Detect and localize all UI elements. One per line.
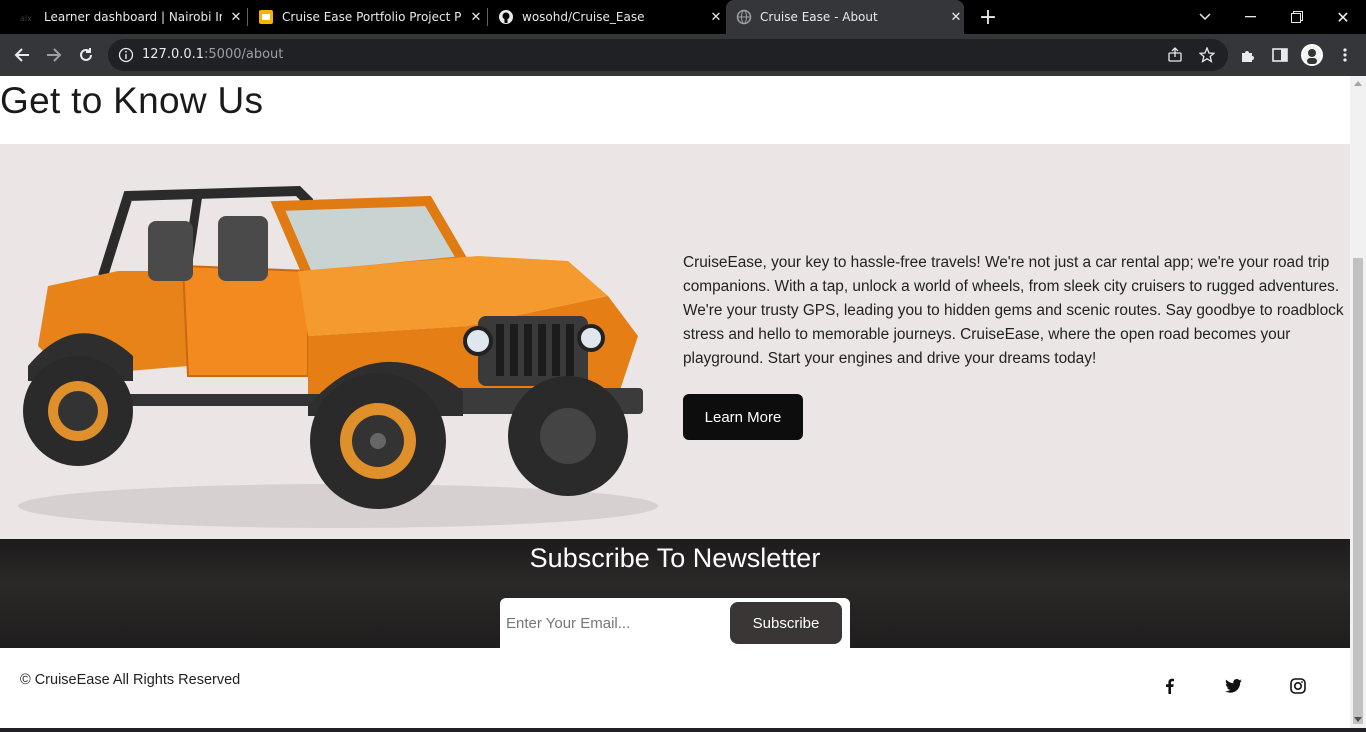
- about-section: CruiseEase, your key to hassle-free trav…: [0, 144, 1350, 539]
- close-icon[interactable]: ✕: [468, 9, 484, 25]
- scroll-up-arrow[interactable]: [1354, 81, 1362, 86]
- page-viewport: Get to Know Us CruiseEase, your key to h…: [0, 76, 1350, 728]
- tab-portfolio-presentation[interactable]: Cruise Ease Portfolio Project Pre ✕: [250, 0, 484, 34]
- twitter-icon[interactable]: [1223, 676, 1243, 696]
- address-bar[interactable]: 127.0.0.1:5000/about: [108, 39, 1228, 71]
- about-description: CruiseEase, your key to hassle-free trav…: [683, 254, 1344, 367]
- tab-title: wosohd/Cruise_Ease: [522, 10, 645, 24]
- svg-text:alx: alx: [20, 14, 32, 23]
- subscribe-button[interactable]: Subscribe: [730, 602, 842, 644]
- tab-cruise-ease-about[interactable]: Cruise Ease - About ✕: [726, 0, 964, 34]
- close-window-button[interactable]: ✕: [1320, 0, 1366, 34]
- page-title: Get to Know Us: [0, 80, 264, 121]
- newsletter-title: Subscribe To Newsletter: [529, 543, 821, 573]
- scrollbar-thumb[interactable]: [1353, 258, 1363, 724]
- share-icon[interactable]: [1166, 46, 1184, 64]
- page-scrollbar[interactable]: [1350, 76, 1366, 728]
- new-tab-button[interactable]: +: [976, 5, 1000, 30]
- reload-button[interactable]: [71, 40, 101, 70]
- instagram-icon[interactable]: [1288, 676, 1308, 696]
- side-panel-icon[interactable]: [1270, 45, 1290, 65]
- scroll-down-arrow[interactable]: [1354, 717, 1362, 722]
- tab-separator: [247, 8, 248, 26]
- footer: © CruiseEase All Rights Reserved: [0, 648, 1350, 728]
- forward-button[interactable]: [39, 40, 69, 70]
- back-button[interactable]: [7, 40, 37, 70]
- facebook-icon[interactable]: [1159, 676, 1179, 696]
- tab-title: Cruise Ease - About: [760, 10, 878, 24]
- os-taskbar-edge: [0, 728, 1366, 732]
- tab-strip: alx Learner dashboard | Nairobi Intr ✕ C…: [0, 0, 1366, 34]
- profile-avatar[interactable]: [1301, 44, 1323, 66]
- site-info-icon[interactable]: [118, 47, 134, 63]
- close-icon[interactable]: ✕: [948, 9, 964, 25]
- menu-kebab-icon[interactable]: [1335, 45, 1355, 65]
- email-input[interactable]: [506, 610, 716, 636]
- bookmark-star-icon[interactable]: [1198, 46, 1216, 64]
- minimize-button[interactable]: [1228, 0, 1274, 34]
- newsletter-section: Subscribe To Newsletter Subscribe: [0, 539, 1350, 648]
- extensions-icon[interactable]: [1238, 45, 1258, 65]
- tab-search-button[interactable]: [1182, 0, 1228, 34]
- alx-icon: alx: [20, 9, 36, 25]
- tab-title: Cruise Ease Portfolio Project Pre: [282, 10, 462, 24]
- github-icon: [498, 9, 514, 25]
- copyright-text: © CruiseEase All Rights Reserved: [20, 672, 241, 688]
- url-host: 127.0.0.1: [142, 47, 205, 62]
- tab-separator: [487, 8, 488, 26]
- tab-title: Learner dashboard | Nairobi Intr: [44, 10, 222, 24]
- learn-more-button[interactable]: Learn More: [683, 394, 803, 440]
- close-icon[interactable]: ✕: [228, 9, 244, 25]
- slides-icon: [258, 9, 274, 25]
- restore-button[interactable]: [1274, 0, 1320, 34]
- browser-toolbar: 127.0.0.1:5000/about: [0, 34, 1366, 76]
- url-text[interactable]: 127.0.0.1:5000/about: [142, 47, 283, 62]
- jeep-image: [18, 185, 658, 528]
- tab-github-repo[interactable]: wosohd/Cruise_Ease ✕: [490, 0, 724, 34]
- close-icon[interactable]: ✕: [708, 9, 724, 25]
- tab-learner-dashboard[interactable]: alx Learner dashboard | Nairobi Intr ✕: [12, 0, 244, 34]
- url-path: :5000/about: [204, 47, 284, 62]
- globe-icon: [736, 9, 752, 25]
- newsletter-form: Subscribe: [500, 598, 850, 648]
